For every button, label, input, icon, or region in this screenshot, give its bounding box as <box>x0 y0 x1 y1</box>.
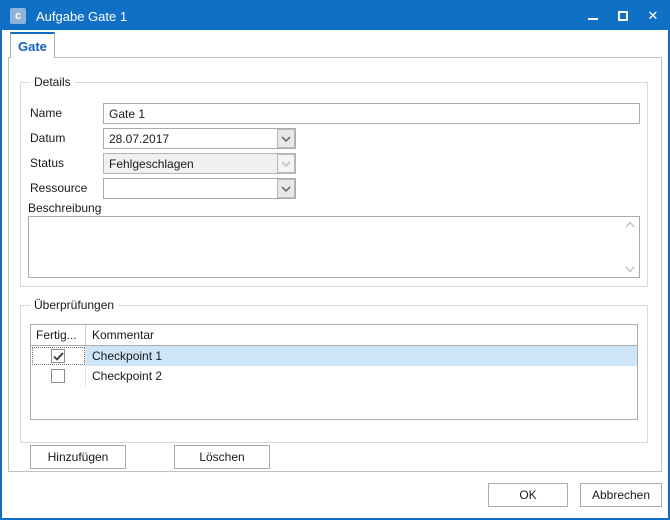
maximize-button[interactable] <box>608 2 638 30</box>
dialog-window: c Aufgabe Gate 1 ✕ Gate Details Name Dat… <box>0 0 670 520</box>
ressource-label: Ressource <box>30 181 87 195</box>
details-legend: Details <box>30 75 75 89</box>
delete-button[interactable]: Löschen <box>174 445 270 469</box>
name-label: Name <box>30 106 62 120</box>
table-cell-done <box>31 346 86 366</box>
chevron-down-icon <box>281 161 291 167</box>
minimize-icon <box>588 18 598 20</box>
chevron-down-icon <box>281 186 291 192</box>
checkbox-checked-icon[interactable] <box>51 349 65 363</box>
status-value: Fehlgeschlagen <box>104 154 277 173</box>
cancel-button[interactable]: Abbrechen <box>580 483 662 507</box>
table-cell-comment[interactable]: Checkpoint 1 <box>86 346 637 366</box>
checks-legend: Überprüfungen <box>30 298 118 312</box>
tab-gate[interactable]: Gate <box>10 32 55 58</box>
table-header: Fertig... Kommentar <box>31 325 637 346</box>
scroll-down-icon[interactable] <box>624 266 636 273</box>
table-row[interactable]: Checkpoint 2 <box>31 366 637 386</box>
datum-value: 28.07.2017 <box>104 129 277 148</box>
beschreibung-textarea[interactable] <box>28 216 640 278</box>
table-row[interactable]: Checkpoint 1 <box>31 346 637 366</box>
ok-button[interactable]: OK <box>488 483 568 507</box>
column-header-kommentar[interactable]: Kommentar <box>86 328 637 342</box>
ressource-combobox[interactable] <box>103 178 296 199</box>
window-title: Aufgabe Gate 1 <box>36 9 127 24</box>
minimize-button[interactable] <box>578 2 608 30</box>
app-icon: c <box>10 8 26 24</box>
status-label: Status <box>30 156 64 170</box>
table-cell-done <box>31 366 86 386</box>
datum-dropdown-button[interactable] <box>277 129 295 148</box>
chevron-down-icon <box>281 136 291 142</box>
name-input[interactable] <box>103 103 640 124</box>
maximize-icon <box>618 11 628 21</box>
datum-label: Datum <box>30 131 65 145</box>
status-dropdown-button <box>277 154 295 173</box>
beschreibung-label: Beschreibung <box>28 201 101 215</box>
checkpoints-table[interactable]: Fertig... Kommentar Checkpoint 1 Checkpo… <box>30 324 638 420</box>
add-button[interactable]: Hinzufügen <box>30 445 126 469</box>
close-icon: ✕ <box>648 8 659 24</box>
scroll-up-icon[interactable] <box>624 221 636 228</box>
ressource-dropdown-button[interactable] <box>277 179 295 198</box>
table-cell-comment[interactable]: Checkpoint 2 <box>86 366 637 386</box>
close-button[interactable]: ✕ <box>638 2 668 30</box>
status-combobox: Fehlgeschlagen <box>103 153 296 174</box>
ressource-value <box>104 179 277 198</box>
datum-combobox[interactable]: 28.07.2017 <box>103 128 296 149</box>
tab-gate-label: Gate <box>18 39 47 54</box>
column-header-fertig[interactable]: Fertig... <box>31 325 86 345</box>
title-bar[interactable]: c Aufgabe Gate 1 ✕ <box>2 2 668 30</box>
checkbox-unchecked-icon[interactable] <box>51 369 65 383</box>
window-controls: ✕ <box>578 2 668 30</box>
